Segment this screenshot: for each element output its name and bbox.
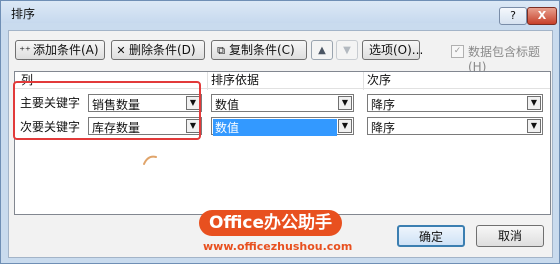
help-button[interactable]: ? xyxy=(499,7,527,25)
primary-sort-on-select[interactable]: 数值 ▼ xyxy=(211,94,354,112)
primary-sort-on-value: 数值 xyxy=(215,98,240,112)
secondary-sort-on-select[interactable]: 数值 ▼ xyxy=(211,117,354,136)
title-bar: 排序 ? X xyxy=(1,1,559,25)
watermark-url: www.officezhushou.com xyxy=(203,240,353,253)
watermark-brand: Office办公助手 xyxy=(199,210,343,236)
checkmark-icon: ✓ xyxy=(453,46,462,56)
primary-order-select[interactable]: 降序 ▼ xyxy=(367,94,543,112)
primary-order-value: 降序 xyxy=(371,98,396,112)
add-icon: ⁺⁺ xyxy=(19,44,31,57)
add-condition-button[interactable]: ⁺⁺ 添加条件(A) xyxy=(15,40,105,60)
chevron-down-icon[interactable]: ▼ xyxy=(527,119,541,133)
delete-icon: ✕ xyxy=(116,44,126,57)
watermark: Office办公助手 www.officezhushou.com xyxy=(199,210,377,253)
dialog-title: 排序 xyxy=(11,7,36,21)
sort-on-header: 排序依据 xyxy=(211,73,260,87)
close-button[interactable]: X xyxy=(527,7,557,25)
options-button[interactable]: 选项(O)... xyxy=(362,40,423,60)
busy-cursor-icon xyxy=(143,155,157,165)
chevron-down-icon[interactable]: ▼ xyxy=(338,96,352,110)
chevron-down-icon[interactable]: ▼ xyxy=(338,119,352,133)
secondary-order-value: 降序 xyxy=(371,121,396,135)
header-checkbox[interactable]: ✓ xyxy=(451,45,464,58)
copy-condition-label: 复制条件(C) xyxy=(229,43,295,57)
move-down-button[interactable]: ▼ xyxy=(336,40,358,60)
copy-icon: ⧉ xyxy=(217,44,225,57)
highlight-box xyxy=(13,81,201,140)
chevron-down-icon[interactable]: ▼ xyxy=(527,96,541,110)
secondary-sort-on-value: 数值 xyxy=(213,119,337,136)
ok-button[interactable]: 确定 xyxy=(397,225,465,247)
copy-condition-button[interactable]: ⧉ 复制条件(C) xyxy=(211,40,307,60)
header-checkbox-label: 数据包含标题(H) xyxy=(468,45,541,74)
delete-condition-button[interactable]: ✕ 删除条件(D) xyxy=(111,40,205,60)
order-header: 次序 xyxy=(367,73,392,87)
secondary-order-select[interactable]: 降序 ▼ xyxy=(367,117,543,135)
delete-condition-label: 删除条件(D) xyxy=(129,43,196,57)
move-up-button[interactable]: ▲ xyxy=(311,40,333,60)
sort-dialog: 排序 ? X ⁺⁺ 添加条件(A) ✕ 删除条件(D) ⧉ 复制条件(C) ▲ ▼ 选… xyxy=(0,0,560,264)
cancel-button[interactable]: 取消 xyxy=(476,225,544,247)
add-condition-label: 添加条件(A) xyxy=(33,43,99,57)
toolbar: ⁺⁺ 添加条件(A) ✕ 删除条件(D) ⧉ 复制条件(C) ▲ ▼ 选项(O)...… xyxy=(9,31,552,74)
